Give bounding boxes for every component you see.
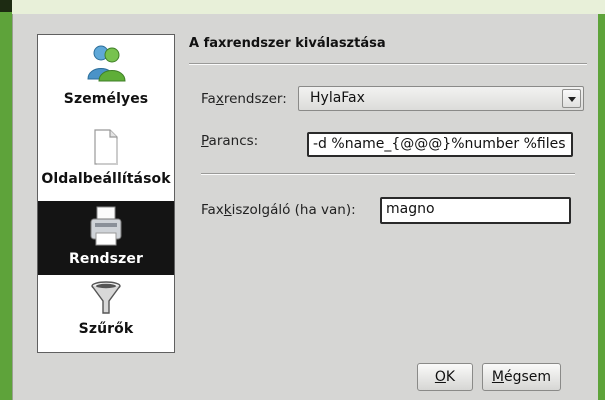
sidebar-item-label: Rendszer [69,251,143,267]
window-corner [0,0,12,12]
category-sidebar: Személyes Oldalbeállítások Rendszer Szűr… [37,34,175,353]
title-divider [189,63,587,65]
window-titlebar [12,0,605,14]
section-divider [201,173,575,175]
chevron-down-icon[interactable] [562,89,581,108]
fax-server-label: Faxkiszolgáló (ha van): [201,202,356,218]
document-icon [94,129,118,165]
fax-icon [90,206,122,246]
sidebar-item-label: Személyes [63,91,149,107]
fax-system-label: Faxrendszer: [201,91,287,107]
ok-button[interactable]: OK [417,363,473,391]
fax-settings-dialog: Személyes Oldalbeállítások Rendszer Szűr… [12,14,598,400]
users-icon [87,45,126,82]
fax-server-input[interactable]: magno [380,197,571,224]
page-title: A faxrendszer kiválasztása [189,36,386,51]
funnel-icon [91,281,121,314]
command-input[interactable]: -d %name_{@@@}%number %files [307,132,573,157]
sidebar-item-system[interactable]: Rendszer [38,201,174,275]
cancel-button[interactable]: Mégsem [482,363,561,391]
command-label: Parancs: [201,133,259,149]
sidebar-item-page-setup[interactable]: Oldalbeállítások [38,125,174,199]
fax-system-value: HylaFax [310,90,365,106]
sidebar-item-filters[interactable]: Szűrők [38,279,174,349]
fax-system-select[interactable]: HylaFax [298,86,584,111]
sidebar-item-personal[interactable]: Személyes [38,41,174,123]
sidebar-item-label: Szűrők [78,321,134,337]
sidebar-item-label: Oldalbeállítások [41,171,171,187]
